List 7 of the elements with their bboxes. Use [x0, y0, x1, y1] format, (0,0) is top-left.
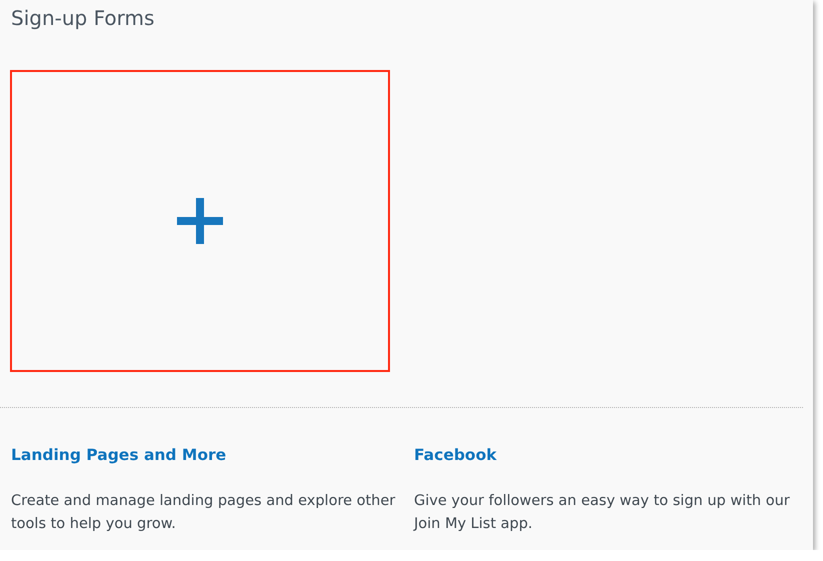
page-title: Sign-up Forms: [11, 5, 156, 32]
section-link[interactable]: Landing Pages and More: [11, 444, 226, 466]
section-link[interactable]: Facebook: [414, 444, 497, 466]
add-form-tile[interactable]: [10, 70, 390, 372]
plus-icon: [177, 198, 223, 244]
section-description: Create and manage landing pages and explore other tools to help you grow.: [11, 492, 396, 534]
section-description: Give your followers an easy way to sign up with our Join My List app.: [414, 492, 791, 534]
